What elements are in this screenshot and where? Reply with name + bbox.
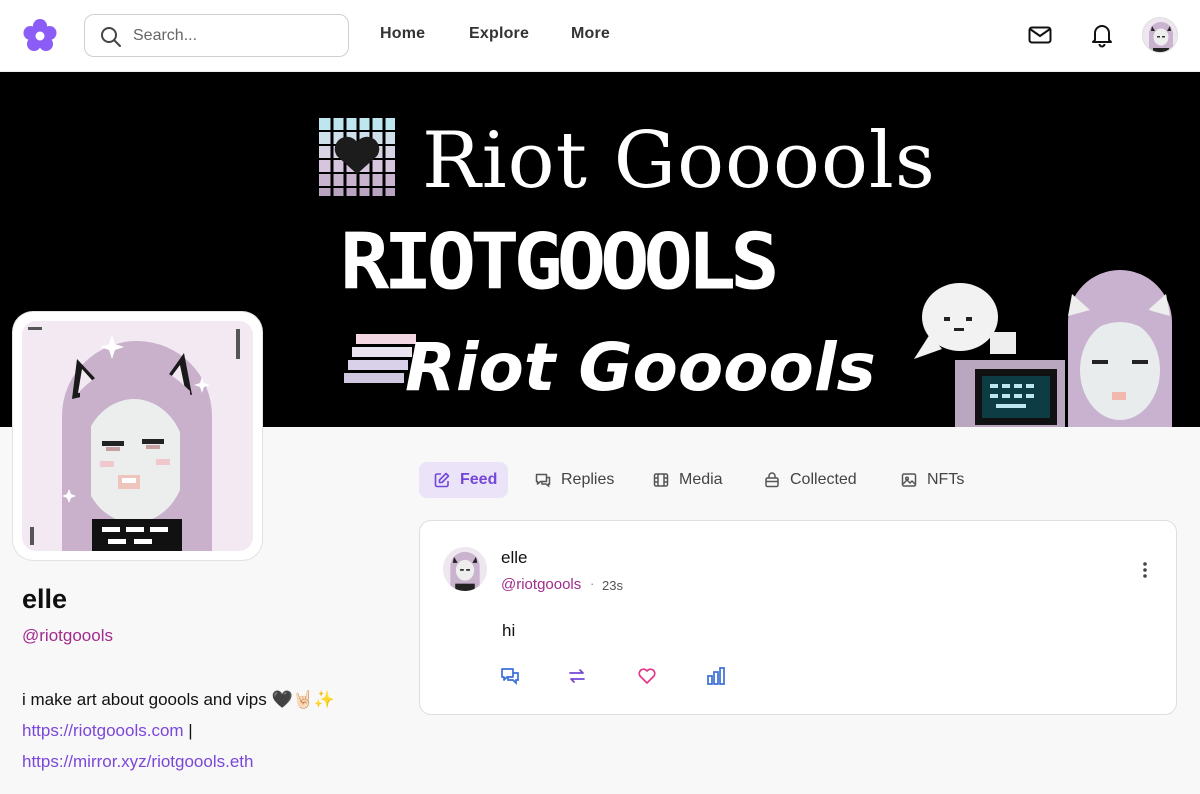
post-author-avatar[interactable] xyxy=(443,547,487,591)
grid-heart-logo xyxy=(319,116,395,196)
mail-icon[interactable] xyxy=(1027,22,1053,48)
post-author-name[interactable]: elle xyxy=(501,548,527,568)
nav-more-link[interactable]: More xyxy=(571,25,610,43)
tab-nfts-label: NFTs xyxy=(927,471,965,488)
bell-icon[interactable] xyxy=(1089,22,1115,48)
banner-title-3: Riot Gooools xyxy=(405,329,876,406)
bio-links-line: https://riotgoools.com | xyxy=(22,715,382,746)
tab-collected[interactable]: Collected xyxy=(763,462,857,498)
bio-separator: | xyxy=(183,721,193,740)
nav-home-link[interactable]: Home xyxy=(380,25,425,43)
pencil-square-icon xyxy=(434,472,450,488)
profile-bio: i make art about goools and vips 🖤🤘🏻✨ ht… xyxy=(22,684,382,777)
post-card[interactable]: elle @riotgoools · 23s hi xyxy=(419,520,1177,715)
nav-explore-link[interactable]: Explore xyxy=(469,25,529,43)
avatar-image xyxy=(443,547,487,591)
profile-name: elle xyxy=(22,584,68,614)
tab-nfts[interactable]: NFTs xyxy=(900,462,964,498)
comment-icon[interactable] xyxy=(499,665,521,687)
tab-collected-label: Collected xyxy=(790,471,857,488)
flower-logo-icon[interactable] xyxy=(20,16,60,56)
bio-text: i make art about goools and vips 🖤🤘🏻✨ xyxy=(22,690,335,709)
tab-replies[interactable]: Replies xyxy=(534,462,614,498)
tab-feed-label: Feed xyxy=(460,471,498,488)
mirror-icon[interactable] xyxy=(566,665,588,687)
stats-icon[interactable] xyxy=(705,665,727,687)
film-icon xyxy=(653,473,669,487)
profile-handle: @riotgoools xyxy=(22,626,113,645)
post-text: hi xyxy=(502,621,516,640)
tab-replies-label: Replies xyxy=(561,471,615,488)
tab-feed[interactable]: Feed xyxy=(419,462,508,498)
avatar[interactable] xyxy=(1142,17,1178,53)
top-navbar: Home Explore More xyxy=(0,0,1200,72)
avatar-image xyxy=(1143,18,1177,52)
post-timestamp: 23s xyxy=(602,578,623,593)
banner-girl-art xyxy=(1068,270,1172,427)
bio-link-mirror[interactable]: https://mirror.xyz/riotgoools.eth xyxy=(22,752,253,771)
more-options-icon[interactable] xyxy=(1135,559,1155,581)
tab-media-label: Media xyxy=(679,471,723,488)
heart-icon[interactable] xyxy=(636,665,658,687)
banner-title-2: RIOTGOOOLS xyxy=(340,217,775,308)
banner-computer-art xyxy=(955,360,1065,427)
search-input[interactable] xyxy=(133,24,333,48)
bag-icon xyxy=(765,472,779,488)
search-box[interactable] xyxy=(84,14,349,57)
search-icon xyxy=(101,27,121,47)
bio-link-website[interactable]: https://riotgoools.com xyxy=(22,721,184,740)
banner-title-1: Riot Gooools xyxy=(422,116,936,206)
chat-bubbles-icon xyxy=(535,473,551,488)
post-author-handle[interactable]: @riotgoools xyxy=(501,576,581,593)
profile-picture-image xyxy=(22,321,253,551)
image-icon xyxy=(901,473,917,487)
profile-picture[interactable] xyxy=(13,312,262,560)
banner-ghost-art xyxy=(914,283,1016,359)
tab-media[interactable]: Media xyxy=(652,462,723,498)
post-meta-separator: · xyxy=(590,576,595,591)
